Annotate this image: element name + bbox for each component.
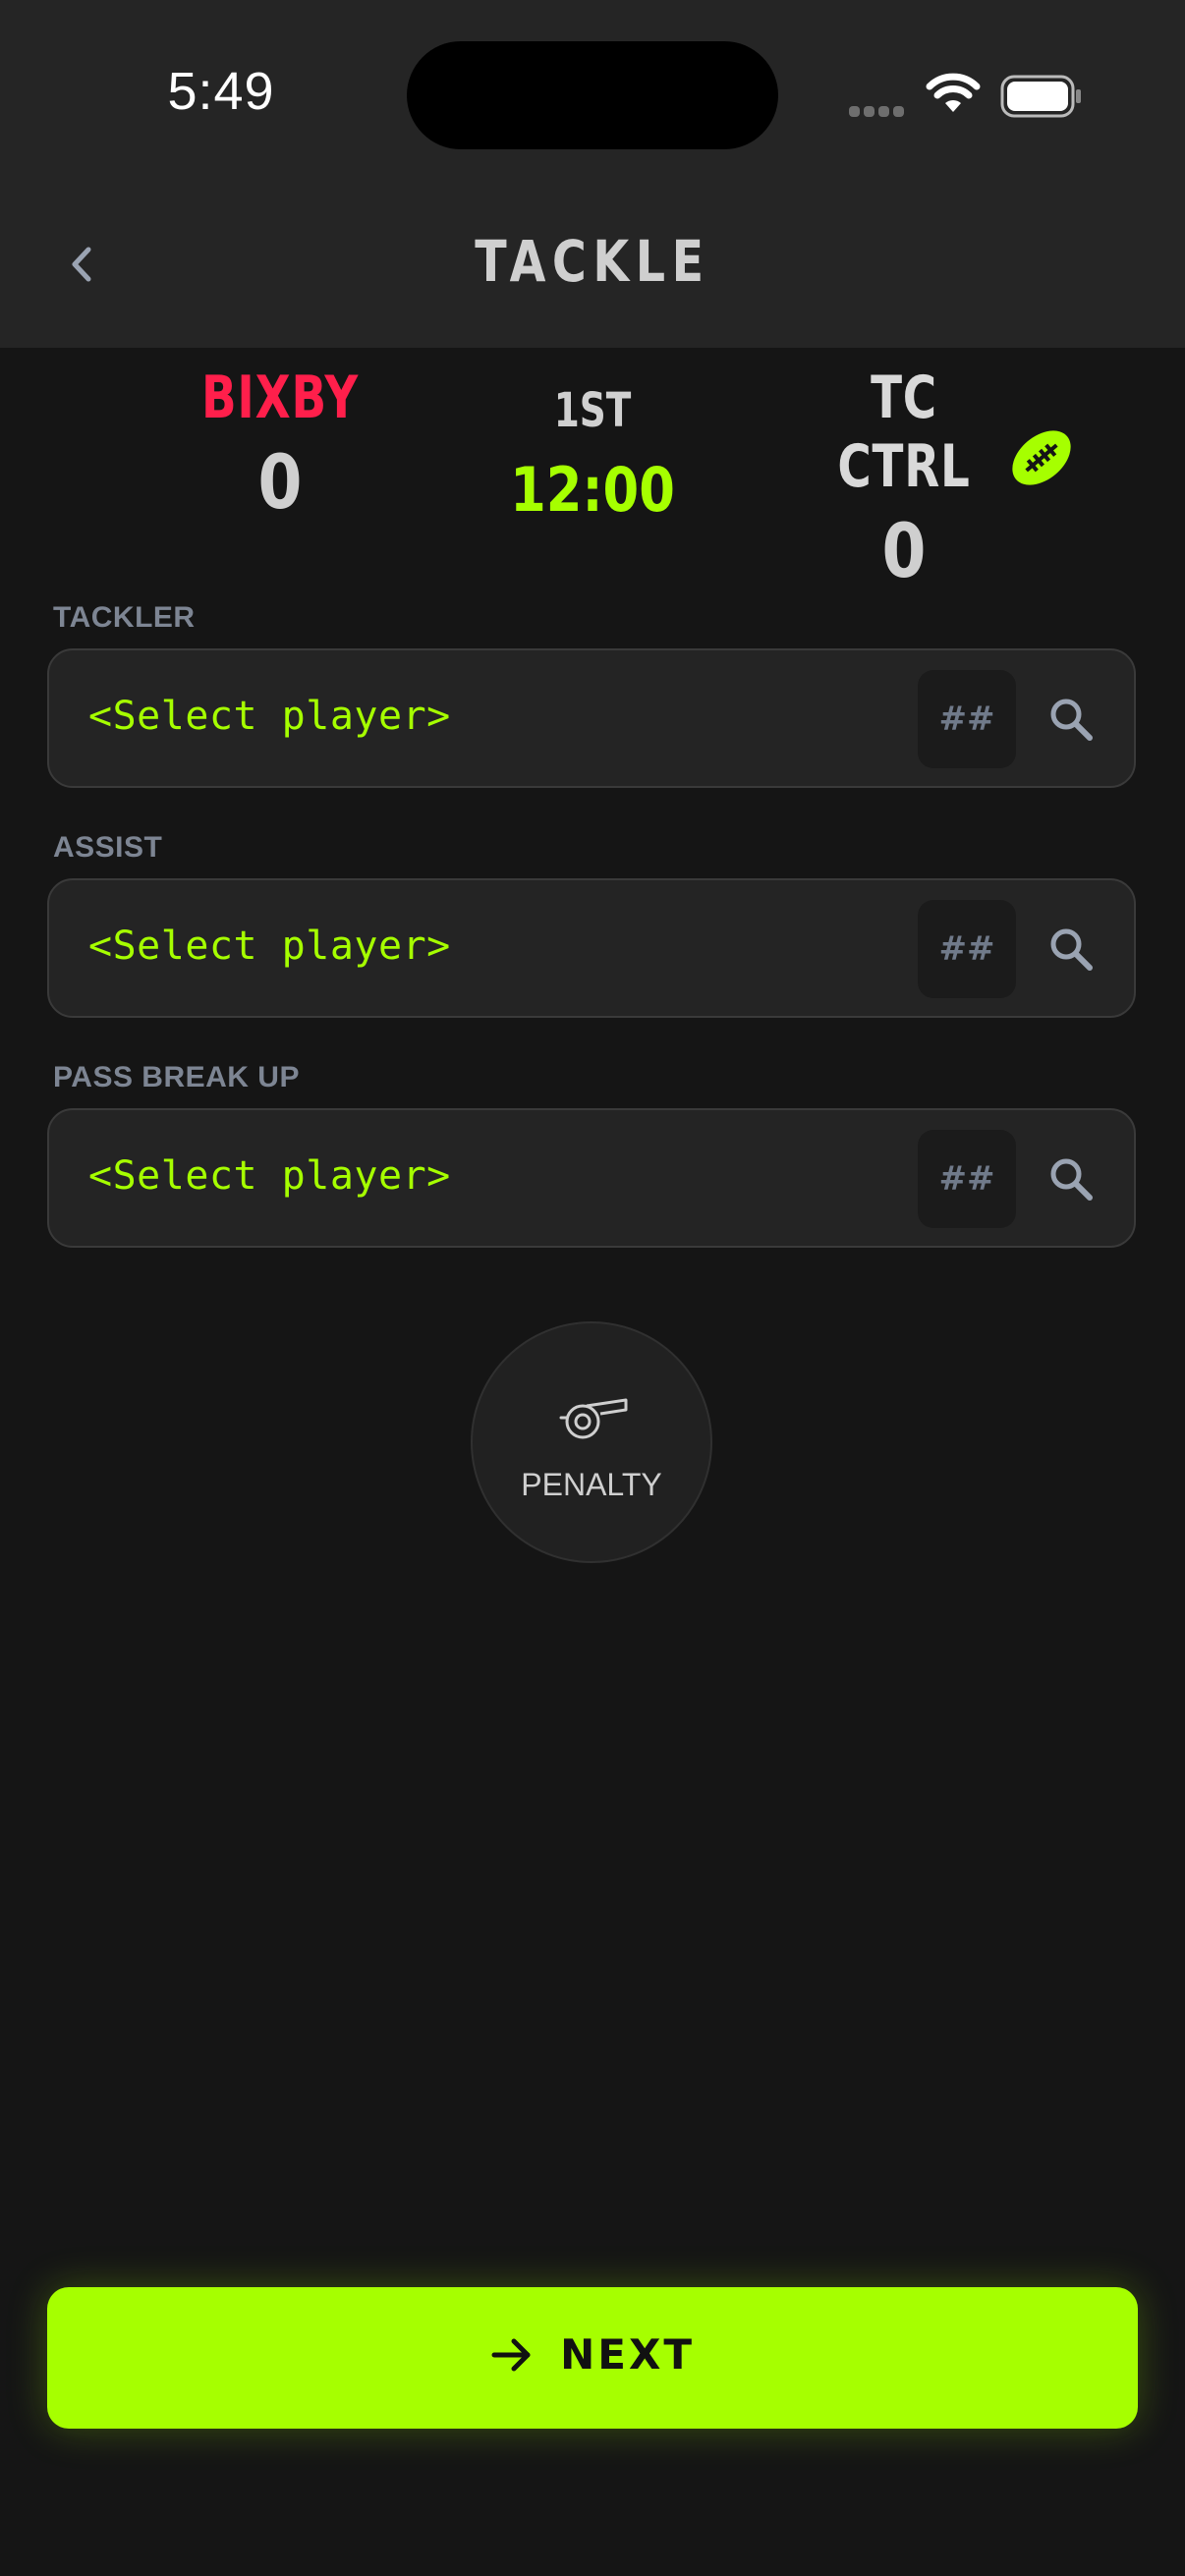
battery-icon [1000,75,1081,118]
football-icon [1012,430,1071,485]
away-team-name: TC CTRL [837,364,971,501]
assist-field[interactable]: <Select player> ## [47,878,1136,1018]
game-clock: 12:00 [510,454,675,526]
home-team-name: BIXBY [200,364,360,432]
penalty-button[interactable]: PENALTY [471,1321,712,1563]
next-button-label: NEXT [560,2330,695,2379]
wifi-icon [926,73,981,112]
assist-select[interactable]: <Select player> [88,924,451,969]
search-icon[interactable] [1047,1155,1095,1203]
pass-break-up-select[interactable]: <Select player> [88,1153,451,1199]
penalty-label: PENALTY [521,1467,662,1502]
away-team: TC CTRL 0 [766,364,1042,594]
page-title: TACKLE [475,228,710,295]
status-time: 5:49 [167,62,275,121]
away-team-score: 0 [881,507,927,594]
whistle-icon [559,1398,628,1439]
pass-break-up-label: PASS BREAK UP [53,1061,300,1093]
dynamic-island [407,41,778,149]
search-icon[interactable] [1047,925,1095,973]
tackler-label: TACKLER [53,601,196,634]
game-period: 1ST [553,383,632,438]
next-button[interactable]: NEXT [47,2287,1138,2429]
status-bar: 5:49 [0,0,1185,196]
pass-break-up-field[interactable]: <Select player> ## [47,1108,1136,1248]
back-chevron-icon[interactable] [63,240,102,289]
cellular-signal-icon [849,102,908,121]
home-team: BIXBY 0 [157,364,403,526]
tackler-select[interactable]: <Select player> [88,694,451,739]
pass-break-up-number-input[interactable]: ## [918,1130,1016,1228]
home-team-score: 0 [257,438,303,526]
assist-label: ASSIST [53,831,163,864]
tackler-number-input[interactable]: ## [918,670,1016,768]
search-icon[interactable] [1047,696,1095,743]
tackler-field[interactable]: <Select player> ## [47,648,1136,788]
arrow-right-icon [491,2338,531,2371]
assist-number-input[interactable]: ## [918,900,1016,998]
